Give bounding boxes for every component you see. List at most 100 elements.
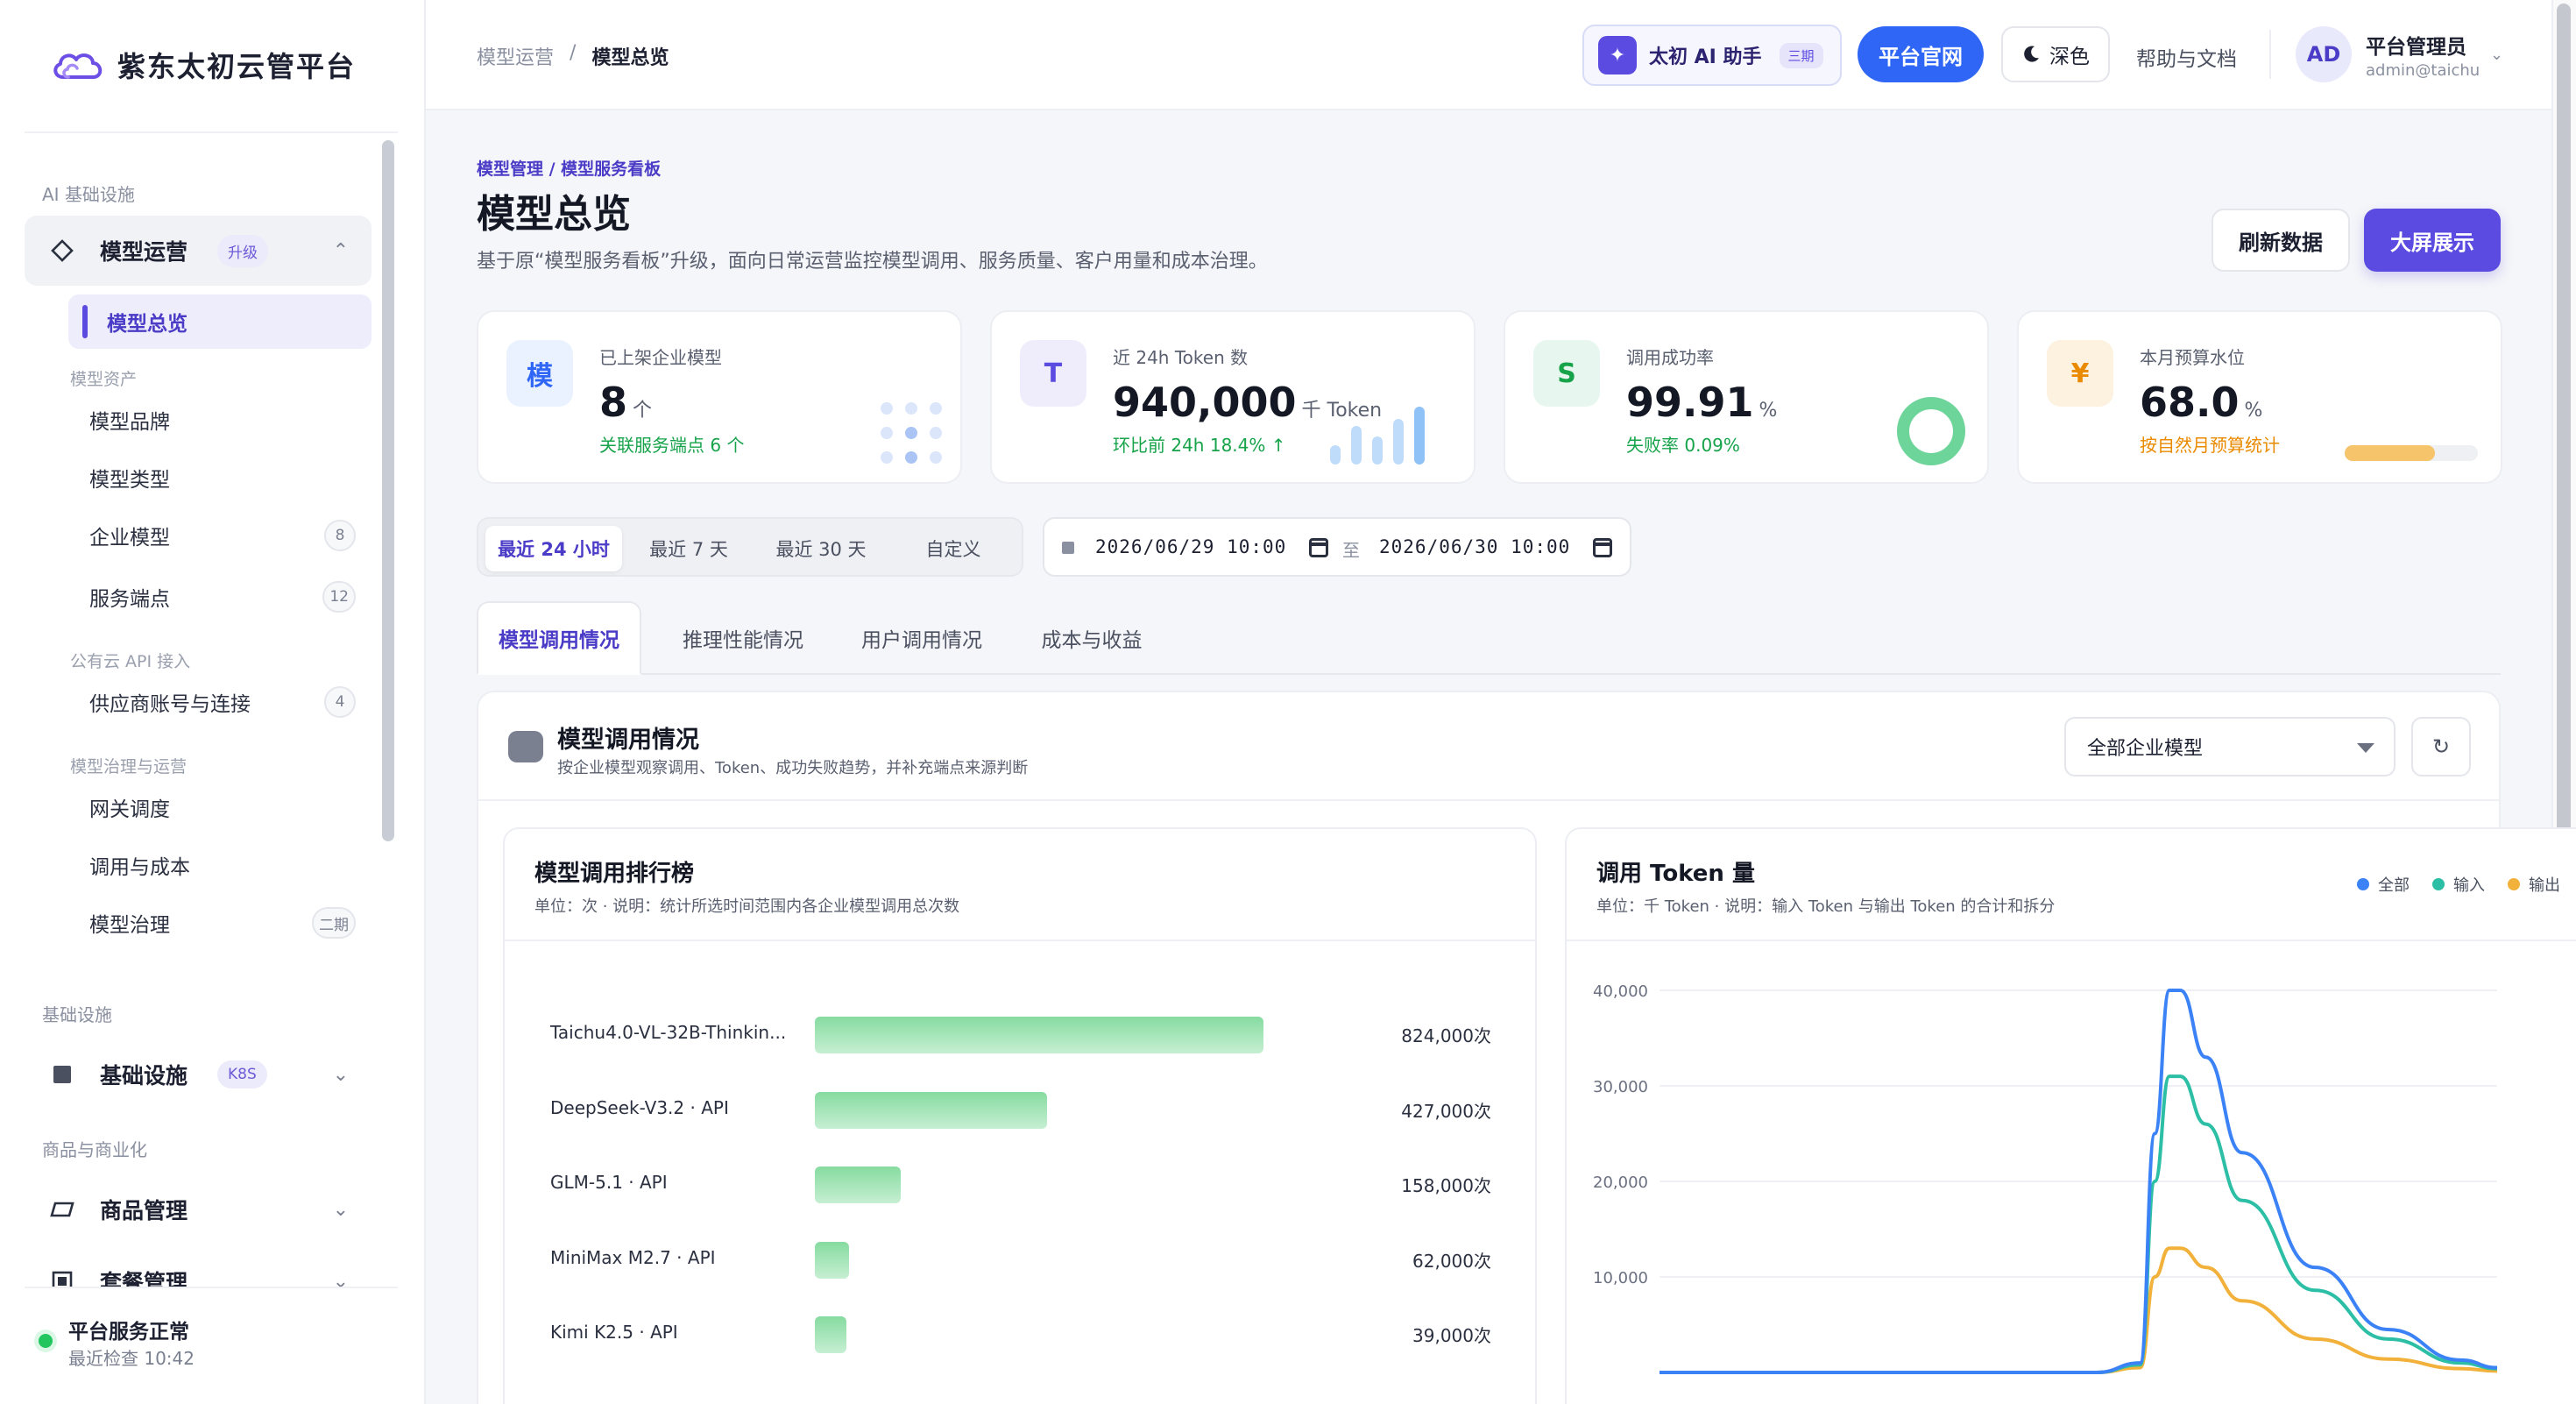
model-char-icon: 模 [506, 340, 573, 407]
legend-label: 全部 [2378, 876, 2410, 895]
start-date-field[interactable]: 2026/06/29 10:00 [1095, 536, 1286, 557]
kpi-sub: 失败率 0.09% [1626, 435, 1740, 456]
range-7d[interactable]: 最近 7 天 [627, 526, 750, 571]
range-custom[interactable]: 自定义 [892, 526, 1015, 571]
tab-inference-performance[interactable]: 推理性能情况 [657, 601, 829, 675]
section-label-infra: 基础设施 [42, 1004, 112, 1025]
sidebar-bottom-divider [25, 1287, 398, 1288]
sidebar-item-supplier[interactable]: 供应商账号与连接 4 [68, 675, 372, 729]
legend-dot-icon [2357, 878, 2369, 890]
kpi-sub: 环比前 24h 18.4% ↑ [1113, 435, 1286, 456]
moon-icon [2024, 46, 2039, 62]
refresh-data-button[interactable]: 刷新数据 [2212, 209, 2350, 272]
panel-refresh-button[interactable]: ↻ [2411, 717, 2471, 776]
sidebar-item-model-governance[interactable]: 模型治理 二期 [68, 896, 372, 950]
sidebar-item-enterprise-model[interactable]: 企业模型 8 [68, 508, 372, 563]
sidebar-item-label: 模型治理 [89, 914, 170, 937]
date-marker-icon [1062, 542, 1074, 554]
breadcrumb-current: 模型总览 [591, 47, 669, 69]
model-filter-select[interactable]: 全部企业模型 [2064, 717, 2396, 776]
section-label-ai: AI 基础设施 [42, 184, 135, 205]
user-email: admin@taichu [2366, 61, 2480, 80]
tab-model-calls[interactable]: 模型调用情况 [477, 601, 641, 675]
legend-item[interactable]: 输出 [2508, 873, 2560, 896]
status-dot-icon [39, 1334, 53, 1348]
chevron-down-icon[interactable]: ⌄ [2490, 46, 2503, 64]
series-line-输出 [1660, 1246, 2498, 1374]
budget-progress-fill [2345, 445, 2436, 461]
ranking-row: GLM-5.1 · API 158,000次 [505, 1166, 1535, 1203]
chevron-down-icon: ⌄ [332, 1270, 349, 1289]
dark-mode-button[interactable]: 深色 [2001, 26, 2110, 82]
sidebar-item-label: 模型品牌 [89, 411, 170, 434]
cloud-logo-icon [53, 53, 103, 79]
sidebar-item-label: 模型总览 [107, 313, 188, 336]
date-range-input[interactable]: 2026/06/29 10:00 至 2026/06/30 10:00 [1043, 517, 1631, 577]
tab-cost-revenue[interactable]: 成本与收益 [1015, 601, 1169, 675]
range-30d[interactable]: 最近 30 天 [755, 526, 887, 571]
kpi-value: 99.91% [1626, 379, 1777, 426]
panel-header: 模型调用情况 按企业模型观察调用、Token、成功失败趋势，并补充端点来源判断 … [478, 692, 2499, 801]
nav-group-label: 基础设施 [100, 1063, 188, 1088]
token-t-icon: T [1020, 340, 1086, 407]
sidebar: 紫东太初云管平台 AI 基础设施 模型运营 升级 ⌃ 模型总览 模型资产 模型品… [0, 0, 426, 1404]
panel-icon [508, 731, 543, 762]
legend-label: 输入 [2453, 876, 2485, 895]
sidebar-item-gateway[interactable]: 网关调度 [68, 780, 372, 834]
ranking-bar [815, 1017, 1263, 1053]
nav-group-model-ops[interactable]: 模型运营 升级 ⌃ [25, 216, 372, 286]
sidebar-item-model-brand[interactable]: 模型品牌 [68, 393, 372, 447]
user-name[interactable]: 平台管理员 [2366, 30, 2466, 60]
end-date-field[interactable]: 2026/06/30 10:00 [1379, 536, 1570, 557]
dot-grid-icon [881, 402, 942, 464]
sidebar-scrollbar[interactable] [382, 140, 394, 841]
budget-progress-track [2345, 445, 2478, 461]
kpi-label: 本月预算水位 [2140, 347, 2245, 368]
token-chart-title: 调用 Token 量 [1596, 861, 1755, 887]
token-chart-subtitle: 单位：千 Token · 说明：输入 Token 与输出 Token 的合计和拆… [1596, 897, 2056, 916]
tag-icon [49, 1196, 75, 1223]
ai-assistant-button[interactable]: ✦ 太初 AI 助手 三期 [1582, 25, 1842, 86]
token-line-chart: 010,00020,00030,00040,00004812162023 [1593, 982, 2498, 1374]
kpi-unit: 个 [633, 400, 653, 422]
breadcrumb-parent[interactable]: 模型运营 [477, 42, 554, 70]
sidebar-item-usage-cost[interactable]: 调用与成本 [68, 838, 372, 892]
sidebar-item-model-type[interactable]: 模型类型 [68, 450, 372, 505]
kpi-sub: 按自然月预算统计 [2140, 435, 2280, 456]
service-status-title: 平台服务正常 [68, 1321, 189, 1344]
section-label-commerce: 商品与商业化 [42, 1139, 147, 1160]
brand[interactable]: 紫东太初云管平台 [51, 46, 356, 84]
yen-icon: ¥ [2047, 340, 2113, 407]
legend-item[interactable]: 输入 [2432, 873, 2485, 896]
kpi-value: 68.0% [2140, 379, 2262, 426]
range-24h[interactable]: 最近 24 小时 [485, 526, 622, 571]
legend-item[interactable]: 全部 [2357, 873, 2410, 896]
header-divider [2269, 30, 2271, 79]
ranking-row: Kimi K2.5 · API 39,000次 [505, 1316, 1535, 1353]
ranking-bar [815, 1241, 849, 1279]
chart-legend: 全部 输入 输出 [2357, 873, 2560, 896]
official-site-button[interactable]: 平台官网 [1858, 26, 1984, 82]
kpi-sub: 关联服务端点 6 个 [599, 435, 745, 456]
calendar-icon[interactable] [1593, 538, 1612, 557]
big-screen-button[interactable]: 大屏展示 [2364, 209, 2501, 272]
kpi-label: 已上架企业模型 [599, 347, 722, 368]
sidebar-item-endpoints[interactable]: 服务端点 12 [68, 570, 372, 624]
legend-dot-icon [2508, 878, 2520, 890]
nav-group-package[interactable]: 套餐管理 ⌄ [25, 1246, 372, 1288]
ranking-model-name: GLM-5.1 · API [550, 1172, 668, 1193]
nav-group-goods[interactable]: 商品管理 ⌄ [25, 1174, 372, 1244]
ranking-model-name: DeepSeek-V3.2 · API [550, 1096, 729, 1118]
success-s-icon: S [1533, 340, 1600, 407]
page-scrollbar[interactable] [2557, 4, 2571, 883]
avatar[interactable]: AD [2296, 26, 2352, 82]
sidebar-item-label: 供应商账号与连接 [89, 693, 251, 716]
nav-group-infra[interactable]: 基础设施 K8S ⌄ [25, 1039, 372, 1110]
dark-mode-label: 深色 [2049, 46, 2090, 68]
calendar-icon[interactable] [1309, 538, 1328, 557]
sidebar-item-model-overview[interactable]: 模型总览 [68, 294, 372, 349]
ranking-model-name: Kimi K2.5 · API [550, 1322, 678, 1343]
help-docs-link[interactable]: 帮助与文档 [2136, 42, 2237, 72]
tab-user-calls[interactable]: 用户调用情况 [836, 601, 1008, 675]
y-tick-label: 40,000 [1593, 982, 1648, 1001]
